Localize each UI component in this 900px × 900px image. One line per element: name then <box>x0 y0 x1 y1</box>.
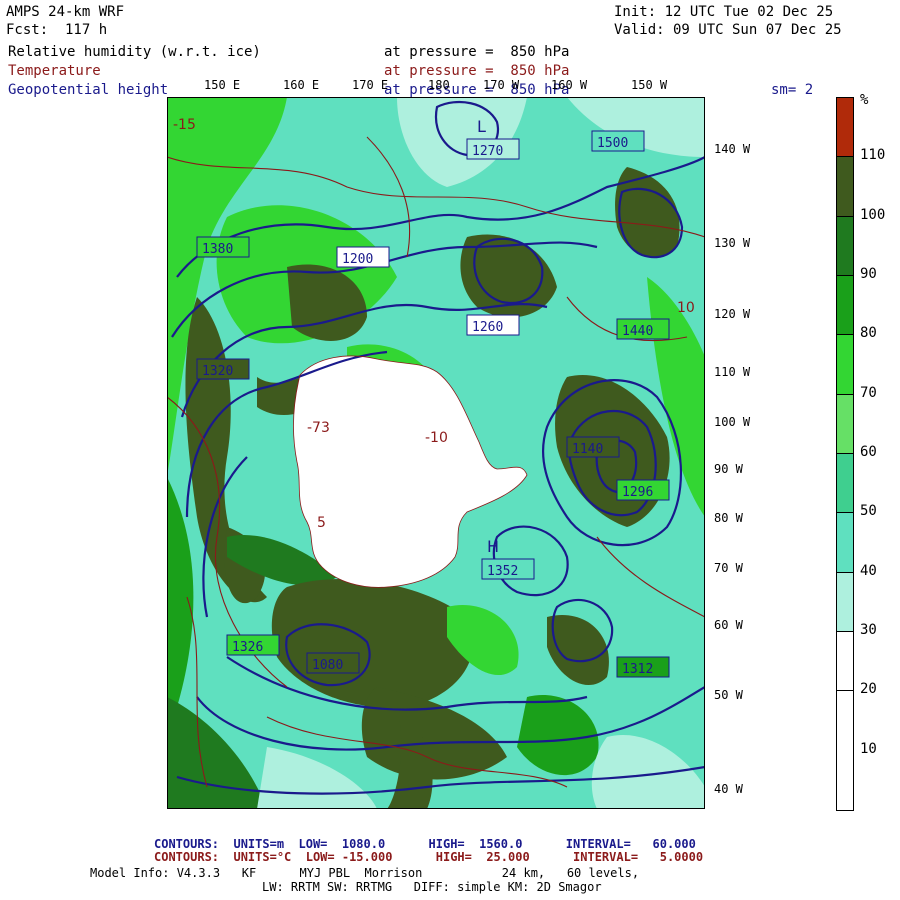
lat-label: 40 W <box>714 782 743 796</box>
colorbar-band <box>837 216 853 276</box>
lon-label: 160 W <box>551 78 588 92</box>
colorbar-band <box>837 394 853 454</box>
colorbar <box>836 97 854 811</box>
colorbar-tick-label: 90 <box>860 266 877 282</box>
colorbar-band <box>837 513 853 573</box>
init-time: Init: 12 UTC Tue 02 Dec 25 <box>614 4 834 20</box>
height-label-1080: 1080 <box>312 658 343 673</box>
height-label-1352: 1352 <box>487 564 518 579</box>
field-height-level: at pressure = 850 hPa <box>384 82 570 98</box>
colorbar-tick-label: 100 <box>860 206 886 223</box>
temp-label: -73 <box>307 420 330 436</box>
colorbar-band <box>837 632 853 692</box>
lat-label: 80 W <box>714 511 743 525</box>
lat-label: 140 W <box>714 142 751 156</box>
lon-label: 180 <box>428 78 450 92</box>
lat-label: 60 W <box>714 618 743 632</box>
colorbar-tick-label: 20 <box>860 681 877 698</box>
colorbar-tick-label: 70 <box>860 384 877 401</box>
high-pressure-marker: H <box>487 537 499 556</box>
lat-label: 120 W <box>714 307 751 321</box>
lat-label: 100 W <box>714 415 751 429</box>
footer-temp-contours: CONTOURS: UNITS=°C LOW= -15.000 HIGH= 25… <box>154 850 704 864</box>
colorbar-tick-label: 10 <box>860 740 877 757</box>
colorbar-tick-label: 110 <box>860 147 886 164</box>
temp-label: -10 <box>425 430 448 446</box>
colorbar-band <box>837 454 853 514</box>
temp-label: -15 <box>173 117 196 133</box>
height-label-1260: 1260 <box>472 320 503 335</box>
lat-label: 70 W <box>714 561 743 575</box>
valid-time: Valid: 09 UTC Sun 07 Dec 25 <box>614 22 842 38</box>
colorbar-tick-label: 50 <box>860 503 877 520</box>
height-label-1270: 1270 <box>472 144 503 159</box>
field-rh-name: Relative humidity (w.r.t. ice) <box>8 44 261 60</box>
rh-map: 1500 1440 1380 1320 1260 1200 1140 1080 … <box>167 97 705 809</box>
footer-model-info: Model Info: V4.3.3 KF MYJ PBL Morrison 2… <box>90 866 640 880</box>
height-label-1200: 1200 <box>342 252 373 267</box>
lon-label: 170 W <box>483 78 520 92</box>
field-height-name: Geopotential height <box>8 82 169 98</box>
height-label-1326: 1326 <box>232 640 263 655</box>
lat-label: 130 W <box>714 236 751 250</box>
height-label-1500: 1500 <box>597 136 628 151</box>
colorbar-band <box>837 335 853 395</box>
temp-label: 10 <box>677 300 695 316</box>
lat-label: 90 W <box>714 462 743 476</box>
height-label-1312: 1312 <box>622 662 653 677</box>
field-temp-name: Temperature <box>8 63 101 79</box>
lat-label: 110 W <box>714 365 751 379</box>
lon-label: 150 W <box>631 78 668 92</box>
lat-label: 50 W <box>714 688 743 702</box>
colorbar-unit: % <box>860 92 869 108</box>
colorbar-band <box>837 691 853 810</box>
colorbar-tick-label: 60 <box>860 444 877 460</box>
height-label-1296: 1296 <box>622 485 653 500</box>
colorbar-band <box>837 276 853 336</box>
height-label-1380: 1380 <box>202 242 233 257</box>
footer-model-info-2: LW: RRTM SW: RRTMG DIFF: simple KM: 2D S… <box>262 880 602 894</box>
colorbar-tick-label: 40 <box>860 562 877 579</box>
model-title: AMPS 24-km WRF <box>6 4 125 20</box>
height-label-1320: 1320 <box>202 364 233 379</box>
temp-label: 5 <box>317 515 326 531</box>
field-rh-level: at pressure = 850 hPa <box>384 44 570 60</box>
lon-label: 170 E <box>352 78 389 92</box>
height-label-1140: 1140 <box>572 442 603 457</box>
colorbar-tick-label: 30 <box>860 622 877 638</box>
field-temp-level: at pressure = 850 hPa <box>384 63 570 79</box>
low-pressure-marker: L <box>477 117 486 136</box>
lon-label: 150 E <box>204 78 241 92</box>
colorbar-band <box>837 98 853 158</box>
colorbar-tick-label: 80 <box>860 325 877 342</box>
colorbar-band <box>837 157 853 217</box>
smoothing-label: sm= 2 <box>771 82 814 98</box>
forecast-hour: Fcst: 117 h <box>6 22 108 38</box>
lon-label: 160 E <box>283 78 320 92</box>
colorbar-band <box>837 572 853 632</box>
height-label-1440: 1440 <box>622 324 653 339</box>
